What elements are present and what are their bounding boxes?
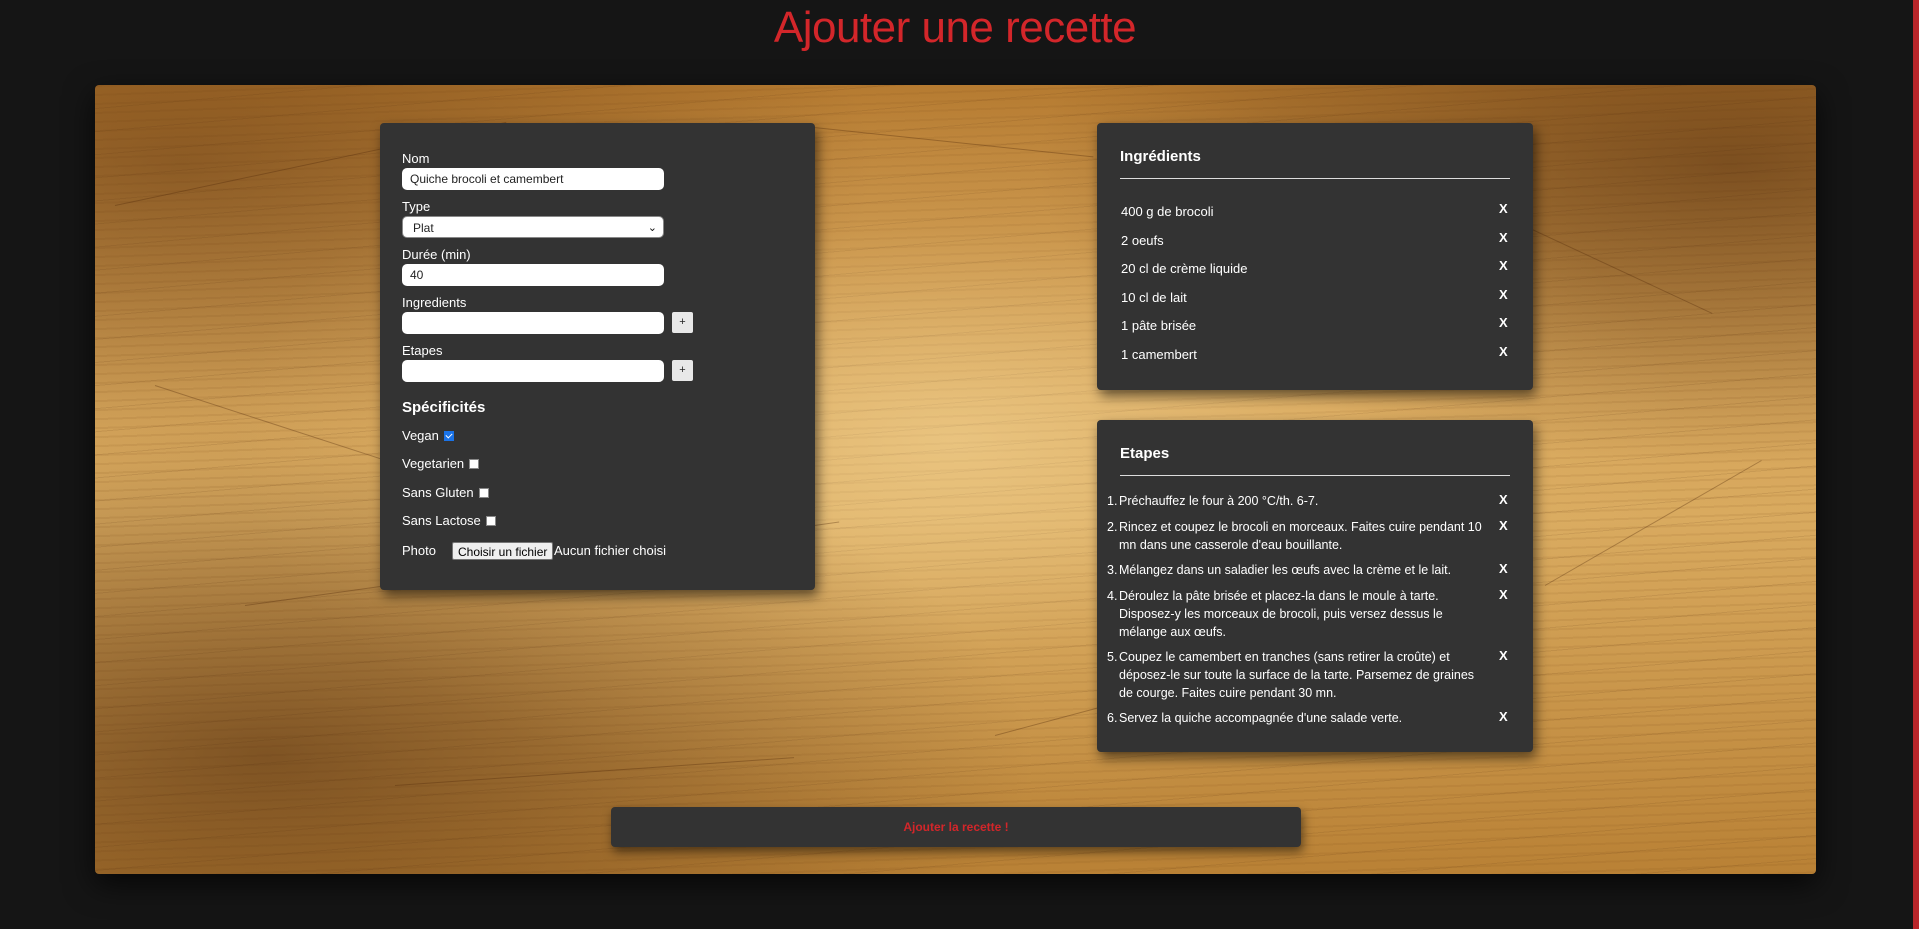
step-item: 6. Servez la quiche accompagnée d'une sa… — [1107, 709, 1487, 727]
duration-label: Durée (min) — [402, 247, 471, 262]
remove-step-button[interactable]: X — [1499, 648, 1508, 663]
recipe-form-panel: Nom Quiche brocoli et camembert Type Pla… — [380, 123, 815, 590]
checkbox-row-vegetarien: Vegetarien — [402, 456, 480, 471]
steps-panel: Etapes 1. Préchauffez le four à 200 °C/t… — [1097, 420, 1533, 752]
file-status: Aucun fichier choisi — [554, 543, 666, 558]
checkbox-label: Sans Gluten — [402, 485, 474, 500]
step-text: Rincez et coupez le brocoli en morceaux.… — [1119, 520, 1482, 552]
remove-ingredient-button[interactable]: X — [1499, 344, 1508, 359]
remove-step-button[interactable]: X — [1499, 492, 1508, 507]
step-item: 2. Rincez et coupez le brocoli en morcea… — [1107, 518, 1487, 554]
step-text: Mélangez dans un saladier les œufs avec … — [1119, 563, 1452, 577]
ingredients-title: Ingrédients — [1120, 148, 1201, 165]
step-item: 4. Déroulez la pâte brisée et placez-la … — [1107, 587, 1487, 641]
divider — [1120, 475, 1510, 476]
type-select-value: Plat — [413, 221, 434, 235]
ingredient-item: 1 camembert — [1121, 347, 1197, 362]
step-number: 6. — [1107, 711, 1118, 725]
checkbox-label: Sans Lactose — [402, 513, 481, 528]
remove-ingredient-button[interactable]: X — [1499, 287, 1508, 302]
chevron-down-icon: ⌄ — [647, 222, 657, 234]
vegan-checkbox[interactable] — [443, 430, 454, 441]
ingredient-input[interactable] — [402, 312, 664, 334]
checkbox-row-vegan: Vegan — [402, 428, 454, 443]
add-step-button[interactable]: + — [672, 360, 693, 381]
scrollbar-edge — [1913, 0, 1919, 929]
type-label: Type — [402, 199, 431, 214]
step-text: Déroulez la pâte brisée et placez-la dan… — [1119, 589, 1443, 639]
ingredient-item: 20 cl de crème liquide — [1121, 261, 1248, 276]
remove-ingredient-button[interactable]: X — [1499, 315, 1508, 330]
ingredient-item: 2 oeufs — [1121, 233, 1164, 248]
step-item: 3. Mélangez dans un saladier les œufs av… — [1107, 561, 1487, 579]
ingredient-item: 10 cl de lait — [1121, 290, 1187, 305]
ingredients-panel: Ingrédients 400 g de brocoli X 2 oeufs X… — [1097, 123, 1533, 390]
steps-label: Etapes — [402, 343, 443, 358]
step-number: 3. — [1107, 563, 1118, 577]
step-text: Servez la quiche accompagnée d'une salad… — [1119, 711, 1403, 725]
checkbox-row-sans-lactose: Sans Lactose — [402, 513, 496, 528]
remove-ingredient-button[interactable]: X — [1499, 230, 1508, 245]
vegetarien-checkbox[interactable] — [469, 458, 480, 469]
photo-label: Photo — [402, 543, 436, 558]
step-number: 2. — [1107, 520, 1118, 534]
name-label: Nom — [402, 151, 430, 166]
remove-step-button[interactable]: X — [1499, 518, 1508, 533]
name-input[interactable]: Quiche brocoli et camembert — [402, 168, 664, 190]
type-select[interactable]: Plat ⌄ — [402, 216, 664, 238]
page-title: Ajouter une recette — [773, 3, 1137, 52]
remove-ingredient-button[interactable]: X — [1499, 258, 1508, 273]
duration-input[interactable]: 40 — [402, 264, 664, 286]
checkbox-label: Vegan — [402, 428, 439, 443]
step-number: 4. — [1107, 589, 1118, 603]
choose-file-button[interactable]: Choisir un fichier — [452, 542, 554, 560]
step-text: Coupez le camembert en tranches (sans re… — [1119, 650, 1475, 700]
remove-step-button[interactable]: X — [1499, 709, 1508, 724]
divider — [1120, 178, 1510, 179]
steps-title: Etapes — [1120, 445, 1170, 462]
ingredient-item: 1 pâte brisée — [1121, 318, 1197, 333]
remove-step-button[interactable]: X — [1499, 587, 1508, 602]
remove-ingredient-button[interactable]: X — [1499, 201, 1508, 216]
checkbox-row-sans-gluten: Sans Gluten — [402, 485, 489, 500]
wood-background — [95, 85, 1816, 874]
ingredients-label: Ingredients — [402, 295, 467, 310]
add-ingredient-button[interactable]: + — [672, 312, 693, 333]
remove-step-button[interactable]: X — [1499, 561, 1508, 576]
checkbox-label: Vegetarien — [402, 456, 465, 471]
specificities-title: Spécificités — [402, 399, 486, 416]
ingredient-item: 400 g de brocoli — [1121, 204, 1214, 219]
step-text: Préchauffez le four à 200 °C/th. 6-7. — [1119, 494, 1319, 508]
sans-gluten-checkbox[interactable] — [478, 487, 489, 498]
submit-recipe-button[interactable]: Ajouter la recette ! — [611, 807, 1301, 847]
sans-lactose-checkbox[interactable] — [485, 515, 496, 526]
step-number: 5. — [1107, 650, 1118, 664]
step-item: 5. Coupez le camembert en tranches (sans… — [1107, 648, 1487, 702]
step-item: 1. Préchauffez le four à 200 °C/th. 6-7. — [1107, 492, 1487, 510]
step-number: 1. — [1107, 494, 1118, 508]
step-input[interactable] — [402, 360, 664, 382]
